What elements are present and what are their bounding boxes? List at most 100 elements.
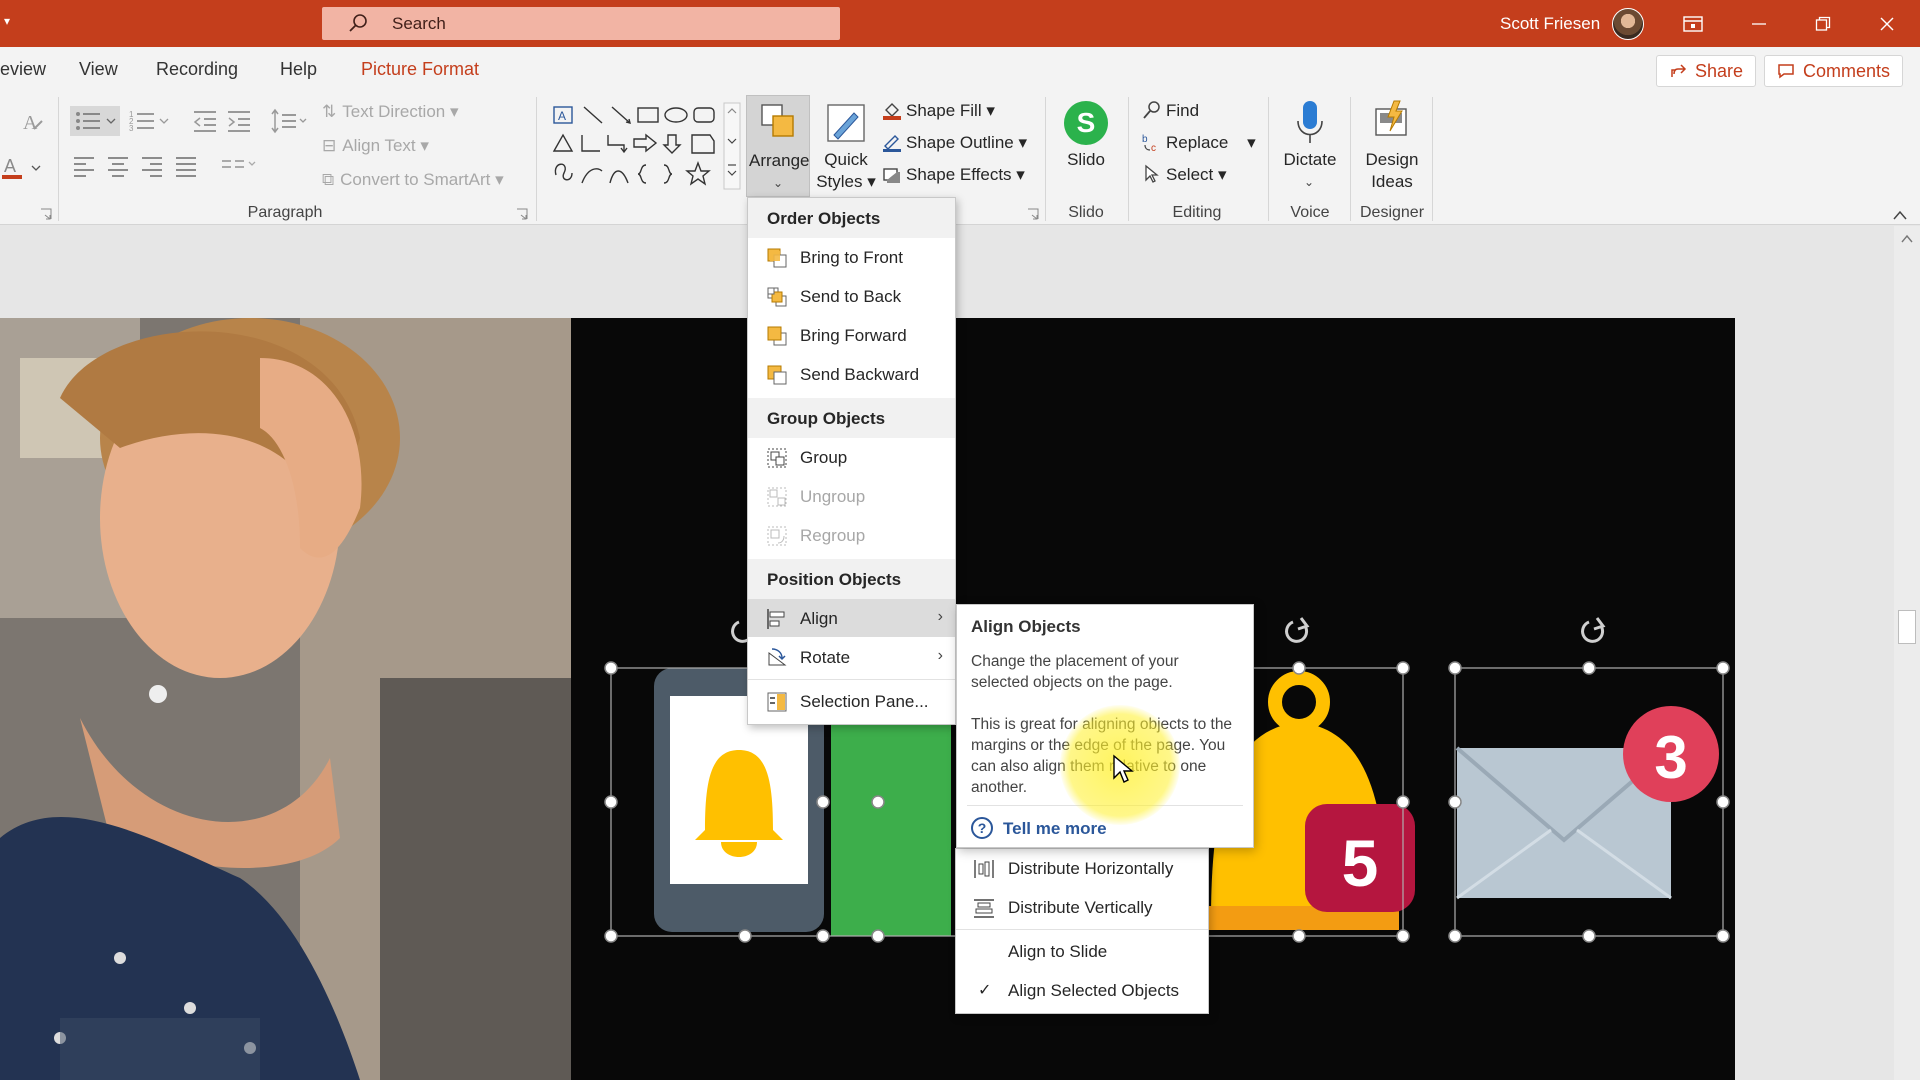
convert-smartart-button[interactable]: ⧉ Convert to SmartArt ▾ bbox=[322, 170, 504, 190]
slido-label: Slido bbox=[1067, 150, 1105, 169]
vertical-scrollbar[interactable] bbox=[1894, 226, 1920, 1080]
shapes-gallery[interactable]: A bbox=[548, 101, 744, 191]
tab-picture-format[interactable]: Picture Format bbox=[361, 59, 479, 80]
columns-icon[interactable] bbox=[220, 155, 260, 177]
replace-button[interactable]: b c Replace ▾ bbox=[1142, 132, 1256, 154]
quick-styles-label-2: Styles ▾ bbox=[816, 172, 876, 191]
group-label: Group bbox=[800, 448, 848, 467]
rotate-label: Rotate bbox=[800, 648, 851, 667]
svg-text:c: c bbox=[1151, 143, 1156, 152]
numbering-icon[interactable]: 123 bbox=[128, 108, 172, 134]
bring-to-front-label: Bring to Front bbox=[800, 248, 903, 267]
menu-item-rotate[interactable]: Rotate › bbox=[748, 638, 955, 676]
align-text-button[interactable]: ⊟ Align Text ▾ bbox=[322, 136, 429, 156]
select-button[interactable]: Select ▾ bbox=[1142, 164, 1227, 185]
distribute-horizontally-icon bbox=[974, 860, 994, 878]
distribute-vertically-label: Distribute Vertically bbox=[1008, 898, 1153, 917]
clear-formatting-icon[interactable]: A bbox=[20, 109, 46, 135]
dictate-button[interactable]: Dictate ⌄ bbox=[1280, 95, 1340, 197]
group-icon bbox=[767, 448, 787, 468]
menu-item-send-backward[interactable]: Send Backward bbox=[748, 355, 955, 393]
bullets-icon[interactable] bbox=[70, 106, 120, 136]
ribbon: A A 123 ⇅ Text Direction ▾ ⊟ Align Text ▾ … bbox=[0, 91, 1920, 225]
slido-icon: S bbox=[1064, 101, 1108, 145]
drawing-dialog-launcher-icon[interactable] bbox=[1027, 208, 1039, 220]
menu-item-align[interactable]: Align › bbox=[748, 599, 955, 637]
find-button[interactable]: Find bbox=[1142, 100, 1199, 121]
increase-indent-icon[interactable] bbox=[226, 109, 252, 133]
rotate-submenu-chevron-icon: › bbox=[937, 647, 943, 664]
decrease-indent-icon[interactable] bbox=[192, 109, 218, 133]
menu-item-regroup[interactable]: Regroup bbox=[748, 516, 955, 554]
ribbon-display-options-icon[interactable] bbox=[1662, 0, 1724, 47]
bring-forward-icon bbox=[767, 326, 787, 346]
distribute-horizontally-label: Distribute Horizontally bbox=[1008, 859, 1174, 878]
find-icon bbox=[1143, 101, 1160, 119]
submenu-item-distribute-horizontally[interactable]: Distribute Horizontally bbox=[956, 849, 1208, 887]
menu-item-selection-pane[interactable]: Selection Pane... bbox=[748, 682, 955, 720]
shape-outline-button[interactable]: Shape Outline ▾ bbox=[882, 132, 1027, 153]
dictate-chevron-icon: ⌄ bbox=[1304, 175, 1315, 189]
dialog-launcher-icon[interactable] bbox=[516, 208, 528, 220]
share-button[interactable]: Share bbox=[1656, 55, 1757, 87]
menu-item-ungroup[interactable]: Ungroup bbox=[748, 477, 955, 515]
quick-styles-button[interactable]: Quick Styles ▾ bbox=[814, 95, 878, 197]
submenu-item-distribute-vertically[interactable]: Distribute Vertically bbox=[956, 888, 1208, 926]
menu-item-bring-to-front[interactable]: Bring to Front bbox=[748, 238, 955, 276]
tab-view[interactable]: View bbox=[79, 59, 118, 80]
stressed-woman-image bbox=[0, 318, 571, 1080]
menu-item-bring-forward[interactable]: Bring Forward bbox=[748, 316, 955, 354]
group-label-slido: Slido bbox=[1068, 204, 1104, 221]
replace-icon: bc bbox=[1142, 134, 1156, 154]
design-ideas-button[interactable]: Design Ideas bbox=[1360, 95, 1424, 197]
tell-me-more-link[interactable]: Tell me more bbox=[1003, 819, 1107, 839]
share-label: Share bbox=[1695, 60, 1744, 81]
line-spacing-icon[interactable] bbox=[270, 107, 308, 135]
shape-fill-button[interactable]: Shape Fill ▾ bbox=[882, 100, 995, 121]
envelope-badge-graphic[interactable]: 3 bbox=[1455, 706, 1719, 900]
arrange-menu: Order Objects Bring to Front Send to Bac… bbox=[747, 197, 956, 725]
quick-access-chevron-icon[interactable]: ▾ bbox=[4, 14, 10, 28]
text-direction-icon: ⇅ bbox=[322, 102, 337, 121]
svg-text:b: b bbox=[1142, 134, 1148, 145]
tab-review[interactable]: eview bbox=[0, 59, 46, 80]
shape-effects-button[interactable]: Shape Effects ▾ bbox=[882, 164, 1025, 185]
font-color-icon[interactable]: A bbox=[2, 155, 42, 181]
align-center-icon[interactable] bbox=[106, 155, 130, 177]
shape-effects-label: Shape Effects bbox=[906, 165, 1012, 184]
find-label: Find bbox=[1166, 101, 1200, 120]
scrollbar-thumb[interactable] bbox=[1898, 610, 1916, 644]
search-icon bbox=[349, 14, 367, 32]
menu-item-send-to-back[interactable]: Send to Back bbox=[748, 277, 955, 315]
tab-help[interactable]: Help bbox=[280, 59, 317, 80]
menu-header-group: Group Objects bbox=[748, 398, 955, 438]
comments-button[interactable]: Comments bbox=[1764, 55, 1904, 87]
tab-recording[interactable]: Recording bbox=[156, 59, 238, 80]
submenu-item-align-to-slide[interactable]: Align to Slide bbox=[956, 932, 1208, 970]
search-box[interactable]: Search bbox=[322, 7, 840, 40]
scroll-up-icon[interactable] bbox=[1900, 234, 1914, 244]
slido-button[interactable]: S Slido bbox=[1056, 95, 1116, 197]
collapse-ribbon-icon[interactable] bbox=[1892, 209, 1908, 221]
quick-styles-label-2-text: Styles bbox=[816, 172, 863, 191]
submenu-item-align-selected-objects[interactable]: ✓ Align Selected Objects bbox=[956, 971, 1208, 1009]
svg-text:A: A bbox=[558, 109, 566, 123]
user-name[interactable]: Scott Friesen bbox=[1500, 14, 1600, 34]
menu-item-group[interactable]: Group bbox=[748, 438, 955, 476]
font-dialog-launcher-icon[interactable] bbox=[40, 208, 52, 220]
restore-icon[interactable] bbox=[1792, 0, 1854, 47]
text-direction-button[interactable]: ⇅ Text Direction ▾ bbox=[322, 102, 459, 122]
justify-icon[interactable] bbox=[174, 155, 198, 177]
ribbon-separator bbox=[1350, 97, 1351, 221]
arrange-button[interactable]: Arrange ⌄ bbox=[746, 95, 810, 197]
slide-photo[interactable] bbox=[0, 318, 571, 1080]
menu-header-position: Position Objects bbox=[748, 559, 955, 599]
arrange-chevron-icon: ⌄ bbox=[773, 176, 784, 190]
minimize-icon[interactable] bbox=[1728, 0, 1790, 47]
checkmark-icon: ✓ bbox=[978, 982, 992, 999]
align-left-icon[interactable] bbox=[72, 155, 96, 177]
align-text-label: Align Text bbox=[342, 136, 416, 155]
align-right-icon[interactable] bbox=[140, 155, 164, 177]
close-icon[interactable] bbox=[1856, 0, 1918, 47]
avatar[interactable] bbox=[1612, 8, 1644, 40]
